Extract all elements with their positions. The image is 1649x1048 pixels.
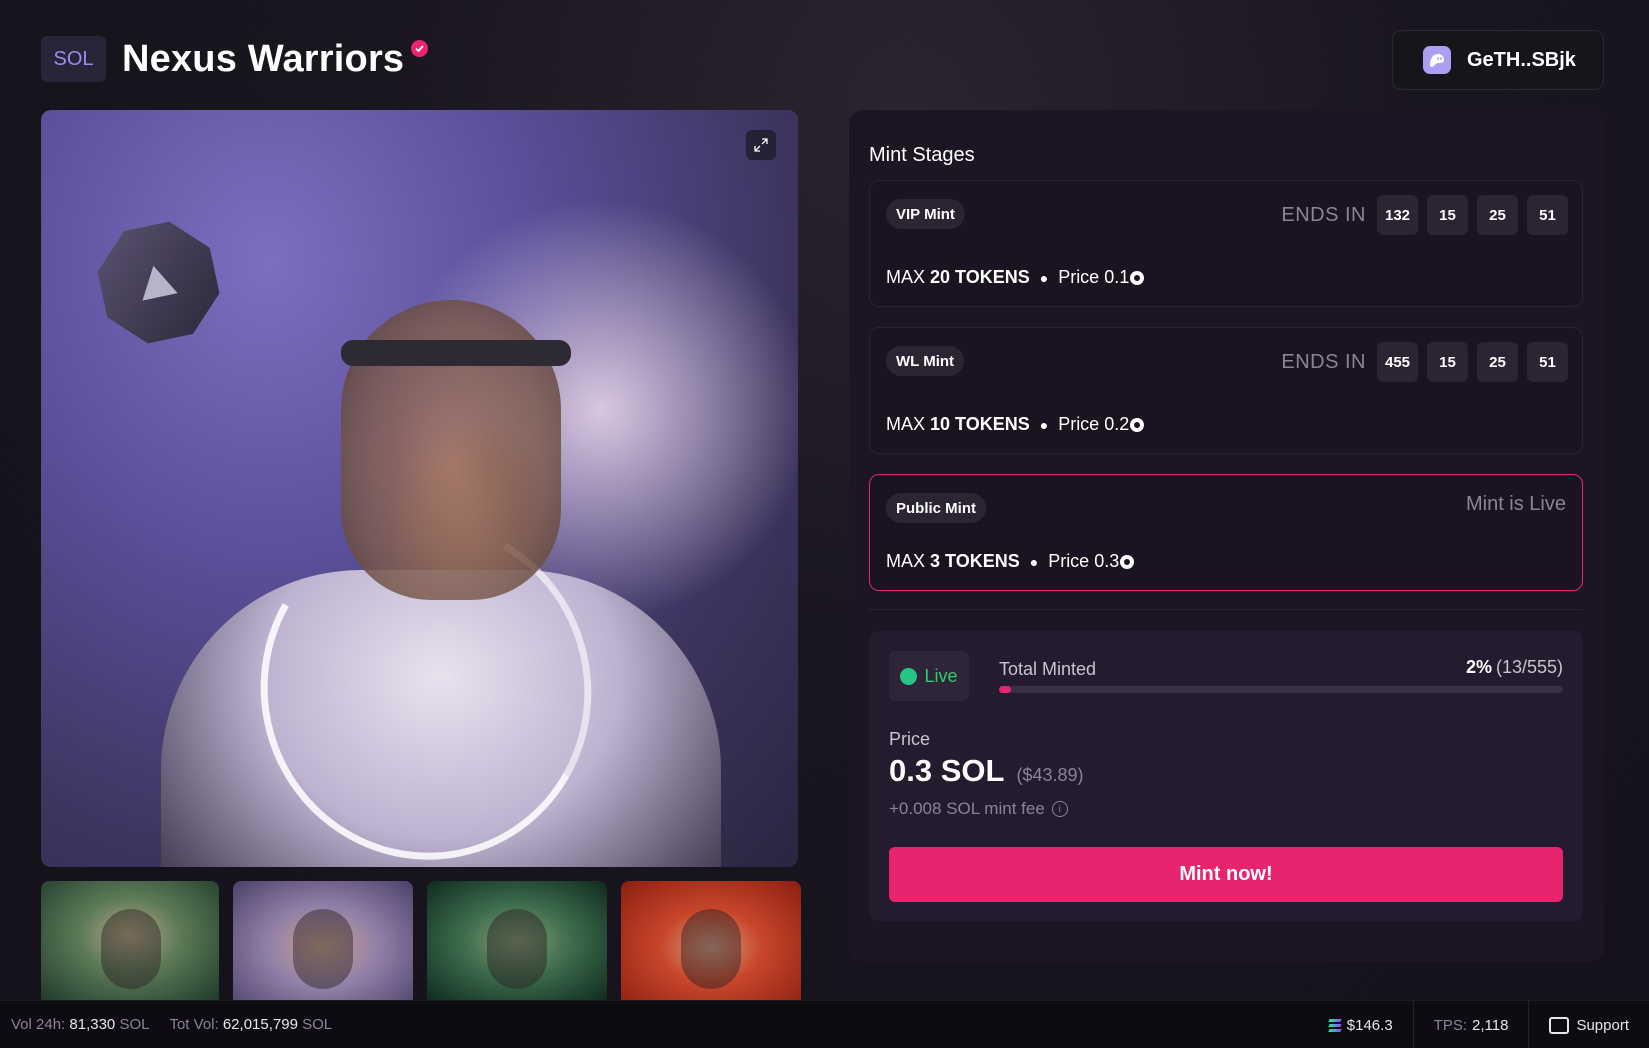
max-tokens: 10 TOKENS — [930, 414, 1030, 434]
total-volume-unit: SOL — [302, 1016, 333, 1033]
sol-price-value: $146.3 — [1346, 1016, 1393, 1034]
stage-price: Price 0.1 — [1058, 267, 1130, 287]
sol-price: $146.3 — [1309, 1001, 1413, 1048]
stage-badge: Public Mint — [886, 493, 986, 523]
mint-panel: Mint Stages VIP Mint ENDS IN 132 15 25 5… — [849, 110, 1604, 962]
countdown-hours: 15 — [1427, 195, 1468, 235]
divider — [869, 609, 1583, 610]
artwork-headband — [341, 340, 571, 366]
total-minted-count: (13/555) — [1495, 657, 1563, 677]
thumbnail-figure — [293, 909, 353, 989]
volume-24h-label: Vol 24h: — [11, 1016, 66, 1033]
volume-24h-unit: SOL — [119, 1016, 150, 1033]
separator-dot: ● — [1039, 269, 1049, 286]
countdown-hours: 15 — [1427, 342, 1468, 382]
stage-price: Price 0.2 — [1058, 414, 1130, 434]
expand-icon[interactable] — [746, 130, 776, 160]
stage-badge: VIP Mint — [886, 199, 965, 229]
collection-title: Nexus Warriors — [122, 37, 429, 81]
price-value: 0.3 SOL — [889, 753, 1005, 788]
stage-price: Price 0.3 — [1048, 551, 1120, 571]
countdown-days: 132 — [1377, 195, 1418, 235]
mint-box: Live Total Minted 2% (13/555) Price 0.3 S… — [869, 631, 1583, 921]
volume-24h: Vol 24h: 81,330 SOL — [11, 1016, 149, 1033]
info-icon[interactable]: i — [1051, 801, 1068, 817]
total-minted-percent: 2% — [1465, 657, 1492, 677]
support-label: Support — [1576, 1016, 1629, 1034]
header: SOL Nexus Warriors — [41, 36, 429, 82]
thumbnail-4[interactable] — [621, 881, 801, 1001]
ends-in-label: ENDS IN — [1281, 203, 1366, 226]
mint-now-button[interactable]: Mint now! — [889, 847, 1563, 902]
countdown-days: 455 — [1377, 342, 1418, 382]
mint-fee-text: +0.008 SOL mint fee — [889, 799, 1045, 818]
separator-dot: ● — [1039, 416, 1049, 433]
total-minted-label: Total Minted — [999, 659, 1097, 679]
max-tokens: 3 TOKENS — [930, 551, 1020, 571]
stage-countdown: ENDS IN 455 15 25 51 — [1281, 342, 1568, 382]
max-prefix: MAX — [886, 551, 926, 571]
wallet-button[interactable]: GeTH..SBjk — [1392, 30, 1604, 90]
tps-stat: TPS: 2,118 — [1412, 1001, 1529, 1048]
total-volume-value: 62,015,799 — [222, 1016, 298, 1033]
countdown-seconds: 51 — [1527, 195, 1568, 235]
thumbnail-figure — [101, 909, 161, 989]
live-dot-icon — [900, 667, 918, 685]
phantom-ghost-icon — [1423, 46, 1451, 74]
collection-title-text: Nexus Warriors — [122, 37, 405, 80]
max-prefix: MAX — [886, 267, 926, 287]
live-label: Live — [924, 665, 958, 686]
sol-coin-icon — [1130, 270, 1145, 285]
tps-value: 2,118 — [1472, 1016, 1509, 1034]
hero-artwork[interactable] — [41, 110, 798, 867]
stage-public-mint[interactable]: Public Mint Mint is Live MAX 3 TOKENS ● … — [869, 474, 1583, 591]
mint-progress-fill — [999, 686, 1011, 693]
chat-bubble-icon — [1549, 1016, 1570, 1034]
countdown-seconds: 51 — [1527, 342, 1568, 382]
live-status-pill: Live — [889, 651, 969, 701]
thumbnail-figure — [487, 909, 547, 989]
stage-limits: MAX 20 TOKENS ● Price 0.1 — [886, 267, 1145, 288]
solana-logo-icon — [1328, 1018, 1342, 1032]
price-usd: ($43.89) — [1016, 765, 1084, 785]
stage-badge: WL Mint — [886, 346, 965, 376]
countdown-minutes: 25 — [1477, 195, 1518, 235]
volume-24h-value: 81,330 — [69, 1016, 116, 1033]
wallet-address: GeTH..SBjk — [1467, 48, 1576, 71]
sol-coin-icon — [1130, 417, 1145, 432]
thumbnail-3[interactable] — [427, 881, 607, 1001]
price-row: 0.3 SOL ($43.89) — [889, 753, 1083, 789]
price-label: Price — [889, 729, 931, 749]
sol-coin-icon — [1120, 554, 1135, 569]
verified-check-icon — [411, 39, 429, 57]
stage-limits: MAX 10 TOKENS ● Price 0.2 — [886, 414, 1145, 435]
total-minted-value: 2% (13/555) — [1466, 657, 1563, 678]
thumbnail-figure — [681, 909, 741, 989]
thumbnail-1[interactable] — [41, 881, 219, 1001]
mint-fee: +0.008 SOL mint fee i — [889, 799, 1068, 819]
thumbnail-2[interactable] — [233, 881, 413, 1001]
stage-wl-mint[interactable]: WL Mint ENDS IN 455 15 25 51 MAX 10 TOKE… — [869, 327, 1583, 454]
total-volume: Tot Vol: 62,015,799 SOL — [169, 1016, 332, 1033]
stage-countdown: ENDS IN 132 15 25 51 — [1281, 195, 1568, 235]
separator-dot: ● — [1029, 553, 1039, 570]
countdown-minutes: 25 — [1477, 342, 1518, 382]
status-footer: Vol 24h: 81,330 SOL Tot Vol: 62,015,799 … — [0, 1000, 1649, 1048]
chain-badge[interactable]: SOL — [41, 36, 106, 82]
footer-right: $146.3 TPS: 2,118 Support — [1309, 1001, 1649, 1048]
mint-stages-title: Mint Stages — [869, 144, 975, 166]
thumbnail-strip — [41, 881, 801, 1001]
mint-live-status: Mint is Live — [1465, 493, 1566, 515]
ends-in-label: ENDS IN — [1281, 350, 1366, 373]
stage-vip-mint[interactable]: VIP Mint ENDS IN 132 15 25 51 MAX 20 TOK… — [869, 180, 1583, 307]
total-volume-label: Tot Vol: — [169, 1016, 219, 1033]
artwork-drone — [90, 214, 226, 350]
max-prefix: MAX — [886, 414, 926, 434]
tps-label: TPS: — [1433, 1016, 1468, 1034]
stage-limits: MAX 3 TOKENS ● Price 0.3 — [886, 551, 1135, 572]
support-button[interactable]: Support — [1528, 1001, 1649, 1048]
max-tokens: 20 TOKENS — [930, 267, 1030, 287]
mint-progress-bar — [999, 686, 1563, 693]
